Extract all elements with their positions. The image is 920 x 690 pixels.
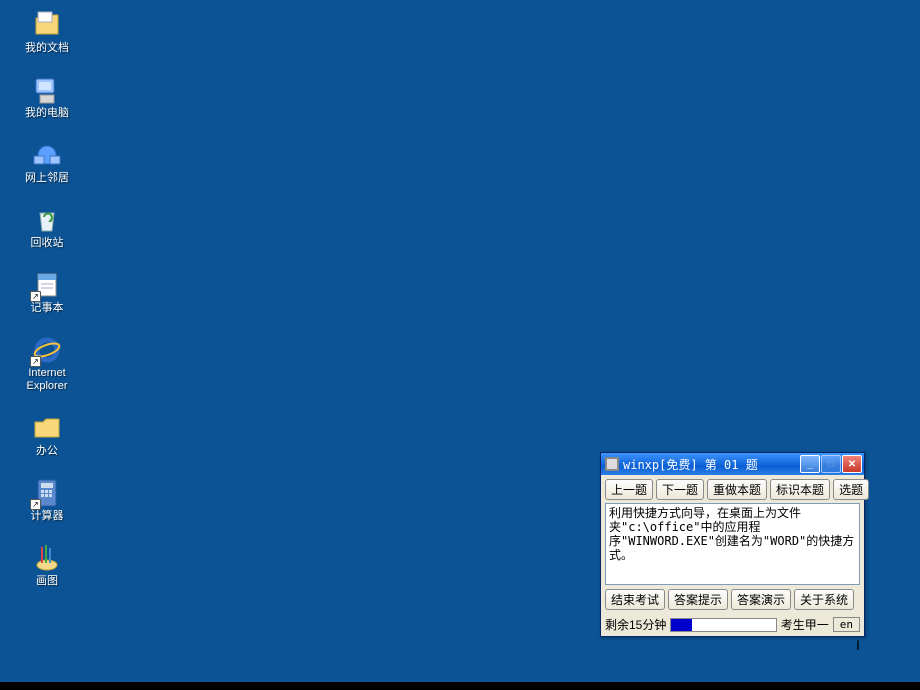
titlebar[interactable]: winxp[免费] 第 01 题 _ □ ✕ [601, 453, 864, 475]
language-indicator[interactable]: en [833, 617, 860, 632]
shortcut-arrow-icon: ↗ [30, 356, 41, 367]
redo-question-button[interactable]: 重做本题 [707, 479, 767, 500]
window-title: winxp[免费] 第 01 题 [623, 456, 799, 473]
desktop-icon-label: 网上邻居 [25, 172, 69, 185]
desktop-icon-my-documents[interactable]: 我的文档 [12, 8, 82, 55]
desktop-icon-label: 计算器 [31, 510, 64, 523]
desktop-icon-label: 办公 [36, 445, 58, 458]
desktop-icon-office-folder[interactable]: 办公 [12, 411, 82, 458]
nav-toolbar: 上一题 下一题 重做本题 标识本题 选题 [601, 475, 864, 503]
my-computer-icon [30, 73, 64, 107]
shortcut-arrow-icon: ↗ [30, 291, 41, 302]
status-bar: 剩余15分钟 考生甲一 en [601, 614, 864, 636]
shortcut-arrow-icon: ↗ [30, 499, 41, 510]
desktop-icon-internet-explorer[interactable]: ↗ Internet Explorer [12, 333, 82, 393]
candidate-label: 考生甲一 [781, 616, 829, 633]
answer-demo-button[interactable]: 答案演示 [731, 589, 791, 610]
answer-hint-button[interactable]: 答案提示 [668, 589, 728, 610]
desktop-icon-notepad[interactable]: ↗ 记事本 [12, 268, 82, 315]
desktop-icon-label: 我的电脑 [25, 107, 69, 120]
progress-bar [670, 618, 776, 632]
end-exam-button[interactable]: 结束考试 [605, 589, 665, 610]
desktop-icon-label: Internet Explorer [27, 367, 68, 393]
taskbar [0, 682, 920, 690]
about-system-button[interactable]: 关于系统 [794, 589, 854, 610]
progress-fill [671, 619, 692, 631]
close-button[interactable]: ✕ [842, 455, 862, 473]
desktop-icon-recycle-bin[interactable]: 回收站 [12, 203, 82, 250]
desktop-icon-label: 画图 [36, 575, 58, 588]
desktop-icon-label: 我的文档 [25, 42, 69, 55]
desktop-icon-paint[interactable]: 画图 [12, 541, 82, 588]
mark-question-button[interactable]: 标识本题 [770, 479, 830, 500]
exam-window: winxp[免费] 第 01 题 _ □ ✕ 上一题 下一题 重做本题 标识本题… [600, 452, 865, 637]
desktop-icon-network-neighborhood[interactable]: 网上邻居 [12, 138, 82, 185]
network-icon [30, 138, 64, 172]
text-cursor-icon: I [856, 637, 860, 653]
desktop-icon-my-computer[interactable]: 我的电脑 [12, 73, 82, 120]
minimize-button[interactable]: _ [800, 455, 820, 473]
select-question-button[interactable]: 选题 [833, 479, 869, 500]
folder-icon [30, 411, 64, 445]
desktop-icon-calculator[interactable]: ↗ 计算器 [12, 476, 82, 523]
paint-icon [30, 541, 64, 575]
maximize-button: □ [821, 455, 841, 473]
prev-question-button[interactable]: 上一题 [605, 479, 653, 500]
next-question-button[interactable]: 下一题 [656, 479, 704, 500]
time-remaining-label: 剩余15分钟 [605, 616, 666, 633]
app-icon [605, 457, 619, 471]
desktop-icon-label: 记事本 [31, 302, 64, 315]
recycle-bin-icon [30, 203, 64, 237]
my-documents-icon [30, 8, 64, 42]
desktop-icon-label: 回收站 [31, 237, 64, 250]
action-toolbar: 结束考试 答案提示 答案演示 关于系统 [601, 585, 864, 614]
question-text-area[interactable]: 利用快捷方式向导，在桌面上为文件夹"c:\office"中的应用程序"WINWO… [605, 503, 860, 585]
